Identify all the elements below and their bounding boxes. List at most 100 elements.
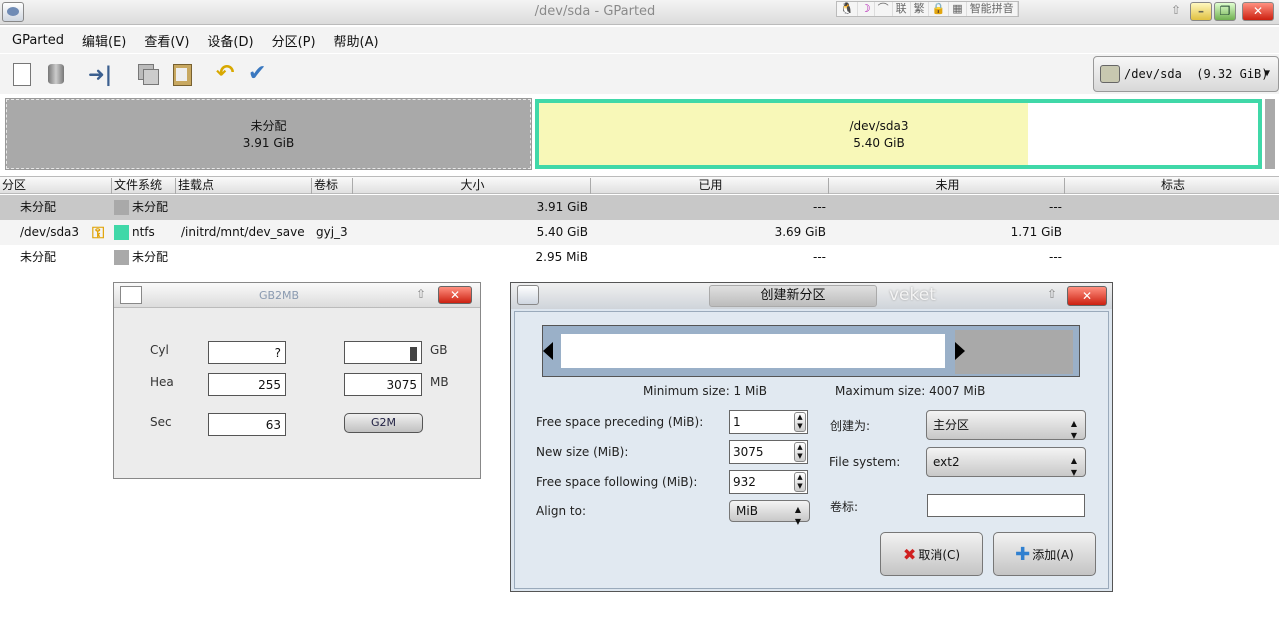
disk-graphic-tail-unallocated[interactable] (1265, 99, 1275, 169)
sec-input[interactable]: 63 (208, 413, 286, 436)
device-selector[interactable]: /dev/sda (9.32 GiB) ▼ (1093, 56, 1279, 92)
apply-icon[interactable]: ✔ (248, 62, 272, 86)
cyl-input[interactable]: ? (208, 341, 286, 364)
menu-help[interactable]: 帮助(A) (334, 31, 379, 50)
maximize-button[interactable]: ❐ (1214, 2, 1236, 21)
dialog-close-button[interactable]: ✕ (1067, 286, 1107, 306)
volume-label-label: 卷标: (830, 500, 859, 514)
preceding-label: Free space preceding (MiB): (536, 415, 704, 429)
align-select[interactable]: MiB ▲ ▼ (729, 500, 810, 526)
col-size[interactable]: 大小 (353, 178, 591, 194)
resize-move-icon[interactable]: ➜| (88, 62, 112, 86)
volume-label-input[interactable] (927, 494, 1085, 517)
cell-size: 2.95 MiB (535, 250, 588, 264)
fs-color-swatch (114, 250, 129, 265)
gb2mb-dialog: GB2MB ⇧ ✕ Cyl Hea Sec ? 255 63 3075 GB M… (113, 282, 481, 479)
cell-used: --- (813, 200, 826, 214)
penguin-icon[interactable]: 🐧 (837, 2, 858, 16)
roll-up-icon[interactable]: ⇧ (1171, 3, 1181, 17)
mb-input[interactable]: 3075 (344, 373, 422, 396)
cell-unused: --- (1049, 200, 1062, 214)
mb-unit-label: MB (430, 375, 449, 389)
hea-label: Hea (150, 375, 174, 389)
cell-unused: 1.71 GiB (1010, 225, 1062, 239)
table-row[interactable]: 未分配 未分配 2.95 MiB --- --- (0, 245, 1279, 270)
new-partition-area[interactable] (561, 334, 945, 368)
sda3-size: 5.40 GiB (853, 136, 905, 150)
unallocated-name: 未分配 (250, 119, 287, 133)
gb2mb-close-button[interactable]: ✕ (438, 286, 472, 304)
add-button[interactable]: ✚ 添加(A) (993, 532, 1096, 576)
col-filesystem[interactable]: 文件系统 (112, 178, 176, 194)
following-label: Free space following (MiB): (536, 475, 698, 489)
max-size-label: Maximum size: 4007 MiB (835, 384, 986, 398)
gb-unit-label: GB (430, 343, 448, 357)
close-button[interactable]: ✕ (1242, 2, 1274, 21)
ime-fan[interactable]: 繁 (911, 2, 929, 16)
preceding-spinbox[interactable]: 1 ▲ ▼ (729, 410, 808, 434)
roll-up-icon[interactable]: ⇧ (1047, 287, 1057, 301)
min-size-label: Minimum size: 1 MiB (643, 384, 767, 398)
ime-name[interactable]: 智能拼音 (967, 2, 1018, 16)
col-used[interactable]: 已用 (591, 178, 829, 194)
col-mountpoint[interactable]: 挂载点 (176, 178, 312, 194)
gb2mb-titlebar[interactable]: GB2MB ⇧ ✕ (114, 283, 480, 308)
spin-arrows-icon: ▲ ▼ (794, 412, 806, 432)
col-partition[interactable]: 分区 (0, 178, 112, 194)
cell-label: gyj_3 (316, 225, 348, 239)
following-spinbox[interactable]: 932 ▲ ▼ (729, 470, 808, 494)
cell-size: 3.91 GiB (536, 200, 588, 214)
cancel-button[interactable]: ✖ 取消(C) (880, 532, 983, 576)
partition-resizer[interactable] (542, 325, 1080, 377)
menu-partition[interactable]: 分区(P) (272, 31, 316, 50)
table-row[interactable]: 未分配 未分配 3.91 GiB --- --- (0, 195, 1279, 220)
cell-partition: /dev/sda3 (20, 225, 80, 239)
minimize-button[interactable]: – (1190, 2, 1212, 21)
menu-view[interactable]: 查看(V) (144, 31, 189, 50)
spin-arrows-icon: ▲ ▼ (794, 472, 806, 492)
filesystem-select[interactable]: ext2 ▲ ▼ (926, 447, 1086, 477)
right-handle-icon[interactable] (955, 342, 965, 360)
hea-input[interactable]: 255 (208, 373, 286, 396)
undo-icon[interactable]: ↶ (216, 62, 240, 86)
cell-filesystem: ntfs (132, 225, 155, 239)
partition-table-header: 分区 文件系统 挂载点 卷标 大小 已用 未用 标志 (0, 176, 1279, 194)
toolbar: ➜| ↶ ✔ (0, 54, 1279, 94)
fs-color-swatch (114, 200, 129, 215)
menu-bar: GParted 编辑(E) 查看(V) 设备(D) 分区(P) 帮助(A) (0, 27, 1279, 53)
copy-icon[interactable] (136, 62, 160, 86)
create-partition-titlebar[interactable]: 创建新分区 veket ⇧ ✕ (511, 283, 1112, 309)
app-icon (517, 285, 539, 305)
left-handle-icon[interactable] (543, 342, 553, 360)
paste-icon[interactable] (170, 62, 194, 86)
disk-graphic-sda3[interactable]: /dev/sda3 5.40 GiB (535, 99, 1262, 169)
ime-lian[interactable]: 联 (893, 2, 911, 16)
menu-gparted[interactable]: GParted (12, 33, 64, 48)
harddisk-icon (1100, 65, 1120, 83)
menu-edit[interactable]: 编辑(E) (82, 31, 126, 50)
keyboard-icon[interactable]: ▦ (949, 2, 967, 16)
ime-toolbar[interactable]: 🐧 ☽ ⌒ 联 繁 🔒 ▦ 智能拼音 (836, 1, 1019, 17)
delete-partition-icon[interactable] (44, 62, 68, 86)
punct-icon[interactable]: ⌒ (875, 2, 893, 16)
cell-filesystem: 未分配 (132, 200, 169, 214)
cell-partition: 未分配 (20, 250, 57, 264)
create-as-select[interactable]: 主分区 ▲ ▼ (926, 410, 1086, 440)
roll-up-icon[interactable]: ⇧ (416, 287, 426, 301)
col-flags[interactable]: 标志 (1065, 178, 1279, 194)
new-size-spinbox[interactable]: 3075 ▲ ▼ (729, 440, 808, 464)
spin-arrows-icon: ▲ ▼ (794, 442, 806, 462)
col-unused[interactable]: 未用 (829, 178, 1065, 194)
ime-mode-icon[interactable]: ☽ (858, 2, 875, 16)
device-label: /dev/sda (9.32 GiB) (1124, 67, 1269, 81)
key-icon: ⚿ (92, 223, 105, 242)
table-row[interactable]: /dev/sda3 ⚿ ntfs /initrd/mnt/dev_save gy… (0, 220, 1279, 245)
menu-device[interactable]: 设备(D) (207, 31, 253, 50)
gb-input[interactable] (344, 341, 422, 364)
g2m-button[interactable]: G2M (344, 413, 423, 433)
disk-graphic-unallocated[interactable]: 未分配 3.91 GiB (5, 98, 532, 170)
col-label[interactable]: 卷标 (312, 178, 353, 194)
sec-label: Sec (150, 415, 172, 429)
new-partition-icon[interactable] (10, 62, 34, 86)
lock-icon[interactable]: 🔒 (929, 2, 950, 16)
